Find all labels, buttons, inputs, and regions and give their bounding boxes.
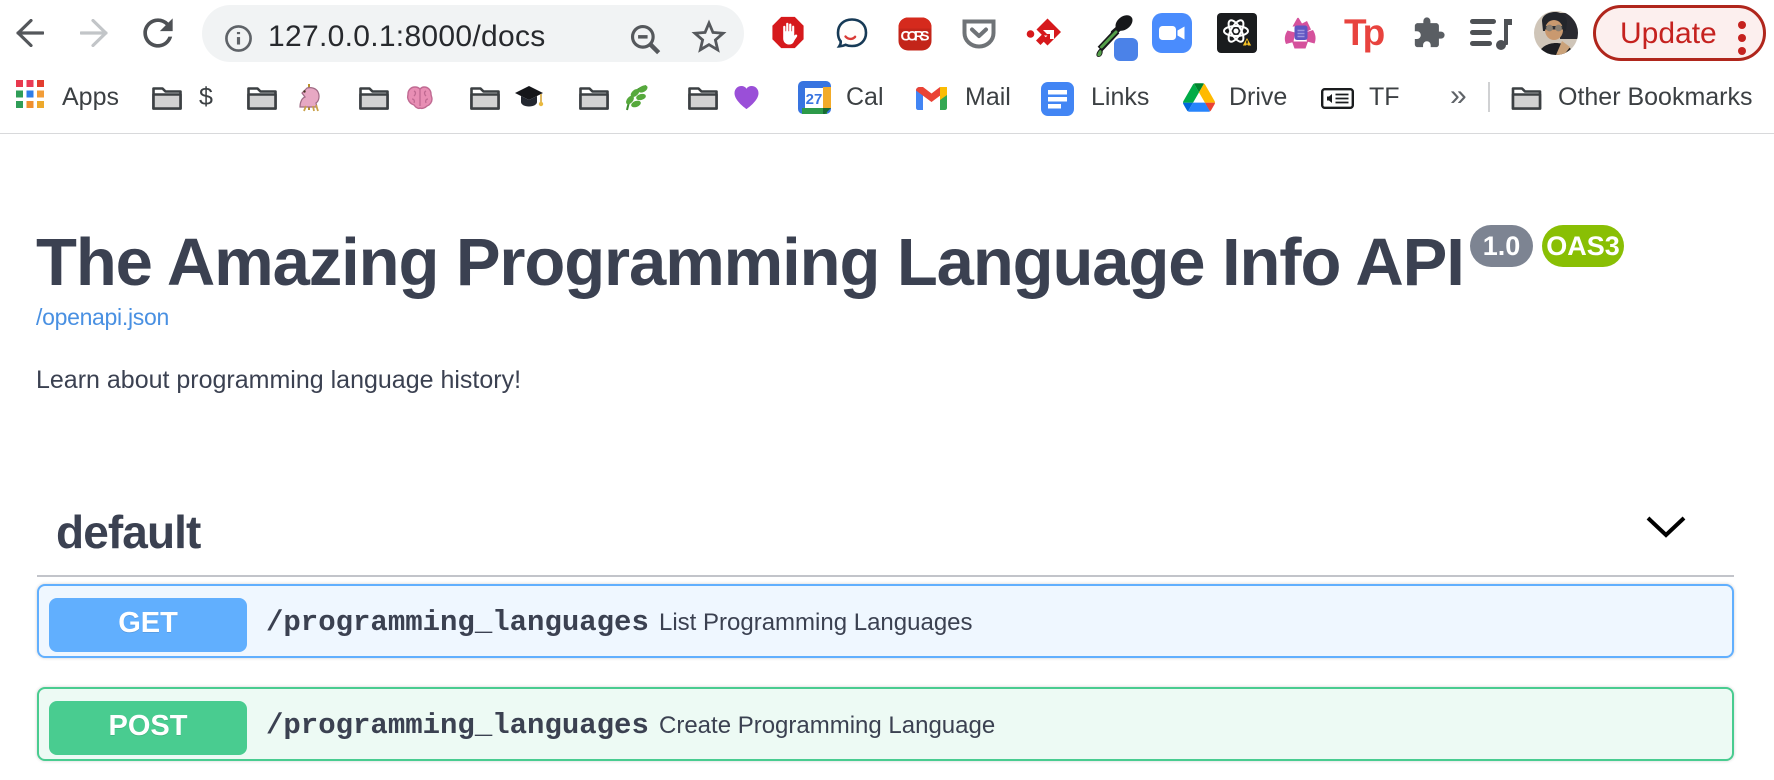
svg-text:CORS: CORS (901, 28, 930, 44)
svg-text:27: 27 (806, 91, 823, 108)
